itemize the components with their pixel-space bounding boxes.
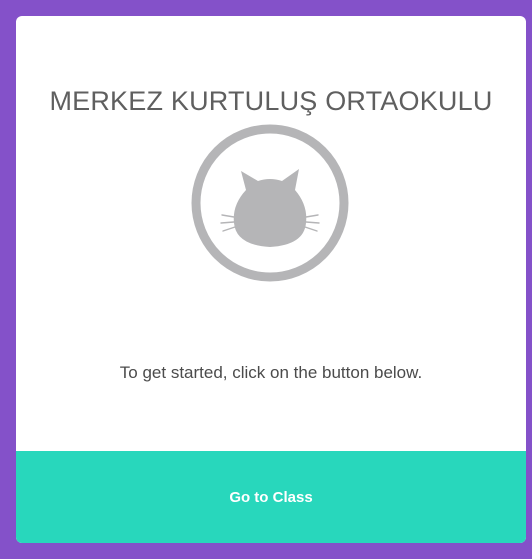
instruction-text: To get started, click on the button belo… (119, 363, 423, 382)
cat-avatar-icon (191, 124, 349, 282)
class-card: MERKEZ KURTULUŞ ORTAOKULU To get started… (16, 16, 526, 543)
school-name: MERKEZ KURTULUŞ ORTAOKULU (49, 86, 493, 116)
go-to-class-button[interactable]: Go to Class (16, 451, 526, 543)
